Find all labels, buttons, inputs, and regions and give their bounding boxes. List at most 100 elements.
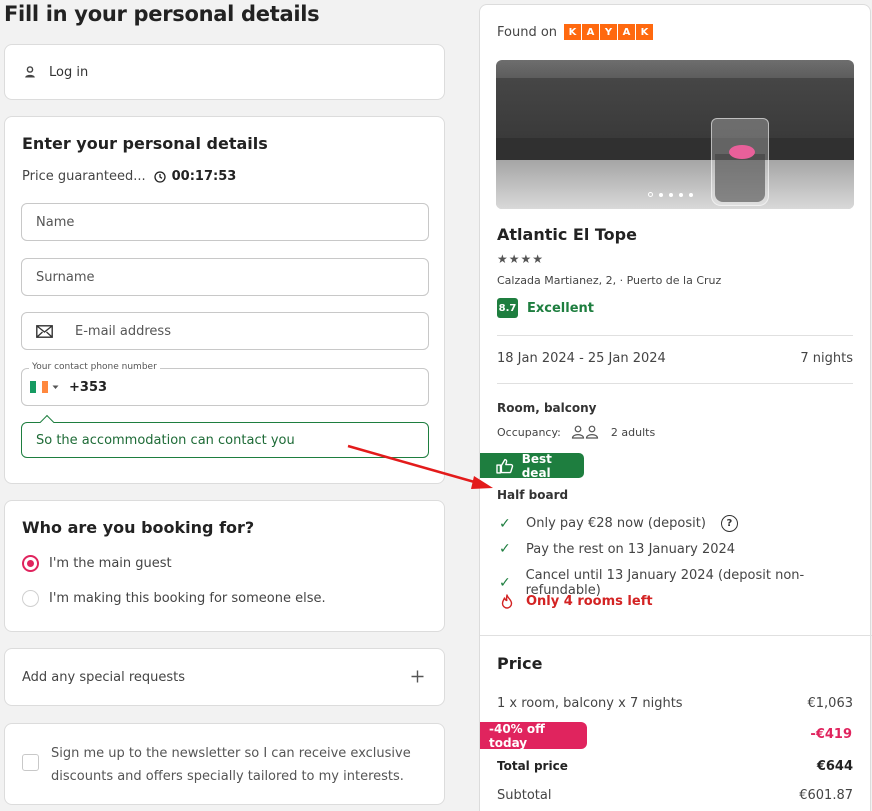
flame-icon [499, 594, 515, 609]
adults-icon [571, 425, 601, 439]
radio-label: I'm the main guest [49, 556, 172, 571]
clock-icon [153, 170, 166, 183]
hotel-photo[interactable] [496, 60, 854, 209]
carousel-dot[interactable] [689, 192, 693, 197]
newsletter-text: Sign me up to the newsletter so I can re… [51, 742, 411, 788]
name-field[interactable]: Name [21, 203, 429, 241]
help-icon[interactable]: ? [720, 515, 738, 532]
kayak-letter: A [618, 24, 636, 40]
occupancy: Occupancy: 2 adults [497, 425, 655, 439]
name-placeholder: Name [36, 214, 75, 230]
nights-count: 7 nights [800, 351, 853, 366]
perk-deposit: ✓ Only pay €28 now (deposit) ? [499, 515, 738, 532]
check-icon: ✓ [499, 515, 511, 532]
room-type: Room, balcony [497, 401, 597, 415]
special-requests-toggle[interactable]: Add any special requests [5, 649, 444, 705]
kayak-letter: A [582, 24, 600, 40]
photo-glass-water [715, 154, 765, 202]
newsletter-line: discounts and offers specially tailored … [51, 769, 404, 784]
phone-hint: So the accommodation can contact you [21, 414, 429, 458]
special-requests-label: Add any special requests [22, 669, 186, 685]
radio-main-guest[interactable]: I'm the main guest [22, 555, 172, 572]
chevron-down-icon[interactable] [52, 385, 59, 390]
occupancy-label: Occupancy: [497, 425, 561, 439]
radio-button-selected[interactable] [22, 555, 39, 572]
found-on: Found on K A Y A K [497, 24, 654, 40]
discount-badge: -40% off today [480, 722, 587, 750]
date-range: 18 Jan 2024 - 25 Jan 2024 [497, 351, 666, 366]
hint-pointer [39, 414, 55, 430]
guarantee-label: Price guaranteed... [22, 169, 146, 184]
review-score: 8.7 [497, 298, 518, 318]
timer-value: 00:17:53 [171, 169, 237, 184]
newsletter-option[interactable]: Sign me up to the newsletter so I can re… [5, 724, 444, 788]
newsletter-checkbox[interactable] [22, 754, 39, 771]
login-label: Log in [49, 64, 89, 80]
occupancy-value: 2 adults [610, 425, 656, 439]
hotel-name: Atlantic El Tope [497, 225, 637, 244]
check-icon: ✓ [499, 575, 511, 591]
discount-amount: -€419 [810, 727, 852, 742]
radio-label: I'm making this booking for someone else… [49, 591, 326, 606]
person-icon [23, 65, 37, 79]
subtotal-label: Subtotal [497, 788, 552, 803]
phone-field[interactable]: +353 [21, 368, 429, 406]
carousel-dot[interactable] [679, 192, 683, 197]
ireland-flag-icon[interactable] [30, 381, 48, 393]
photo-flower [729, 145, 755, 159]
board-type: Half board [497, 488, 569, 502]
phone-code: +353 [69, 379, 108, 395]
email-placeholder: E-mail address [75, 323, 171, 339]
login-card[interactable]: Log in [4, 44, 445, 100]
perk-text: Only pay €28 now (deposit) [526, 516, 706, 531]
price-guarantee: Price guaranteed... 00:17:53 [22, 169, 236, 184]
subtotal-row: Subtotal €601.87 [497, 788, 853, 803]
perk-text: Pay the rest on 13 January 2024 [526, 541, 736, 557]
found-on-label: Found on [497, 24, 558, 40]
photo-sofa [496, 78, 854, 138]
hotel-address: Calzada Martianez, 2, · Puerto de la Cru… [497, 274, 722, 287]
booking-summary: Found on K A Y A K Atlantic El Tope ★★★★… [479, 4, 872, 811]
kayak-letter: K [636, 24, 654, 40]
best-deal-badge: Best deal [480, 451, 584, 480]
price-line-amount: €1,063 [807, 696, 854, 711]
newsletter-line: Sign me up to the newsletter so I can re… [51, 746, 411, 761]
surname-field[interactable]: Surname [21, 258, 429, 296]
phone-hint-text: So the accommodation can contact you [36, 432, 295, 448]
thumbs-up-icon [496, 458, 514, 474]
email-field[interactable]: E-mail address [21, 312, 429, 350]
mail-icon [36, 324, 53, 338]
special-requests-card[interactable]: Add any special requests [4, 648, 445, 706]
details-title: Enter your personal details [22, 134, 268, 153]
phone-label: Your contact phone number [29, 362, 160, 372]
carousel-dot[interactable] [669, 192, 673, 197]
login-button[interactable]: Log in [5, 45, 444, 99]
radio-someone-else[interactable]: I'm making this booking for someone else… [22, 590, 326, 607]
carousel-dot[interactable] [659, 192, 663, 197]
carousel-dot[interactable] [648, 192, 653, 197]
price-title: Price [497, 654, 543, 673]
price-room-line: 1 x room, balcony x 7 nights €1,063 [497, 696, 853, 711]
photo-sofa-seat [496, 138, 854, 160]
photo-glass [711, 118, 769, 206]
best-deal-label: Best deal [521, 451, 552, 480]
radio-button[interactable] [22, 590, 39, 607]
photo-table [496, 160, 854, 209]
personal-details-card: Enter your personal details Price guaran… [4, 116, 445, 484]
rating-text: Excellent [527, 300, 594, 316]
kayak-letter: Y [600, 24, 618, 40]
total-amount: €644 [816, 759, 853, 774]
rooms-left-notice: Only 4 rooms left [499, 594, 653, 609]
countdown-timer: 00:17:53 [153, 169, 237, 184]
kayak-letter: K [564, 24, 582, 40]
plus-icon[interactable] [411, 666, 424, 688]
price-line-label: 1 x room, balcony x 7 nights [497, 696, 683, 711]
rooms-left-text: Only 4 rooms left [526, 594, 653, 609]
booking-for-title: Who are you booking for? [22, 518, 255, 537]
total-price-row: Total price €644 [497, 759, 853, 774]
divider [480, 635, 872, 636]
page-title: Fill in your personal details [4, 2, 320, 26]
stay-dates: 18 Jan 2024 - 25 Jan 2024 7 nights [497, 351, 853, 366]
perk-pay-rest: ✓ Pay the rest on 13 January 2024 [499, 541, 735, 557]
carousel-dots[interactable] [648, 192, 693, 197]
